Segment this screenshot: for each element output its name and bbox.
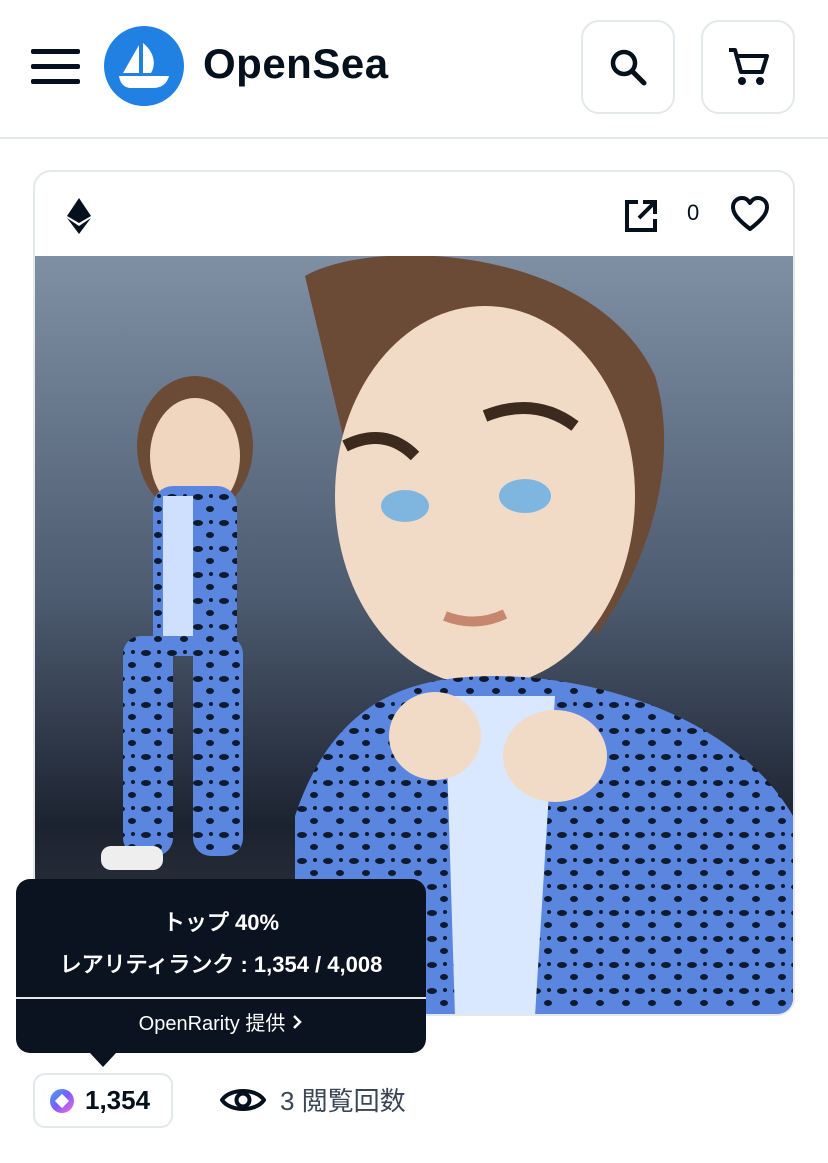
menu-icon[interactable]: [31, 49, 81, 85]
boat-icon: [119, 43, 169, 88]
view-count: 3 閲覧回数: [220, 1081, 406, 1118]
rarity-rank-value: 1,354: [85, 1085, 151, 1115]
favorites-count: 0: [687, 200, 700, 225]
rarity-tooltip: トップ 40% レアリティランク : 1,354 / 4,008 OpenRar…: [16, 879, 426, 1067]
openrarity-icon: [50, 1088, 74, 1113]
openrarity-link-label: OpenRarity 提供: [138, 1013, 286, 1035]
heart-icon[interactable]: [731, 196, 769, 232]
top-header: OpenSea: [0, 0, 828, 139]
cart-icon: [729, 48, 769, 85]
rarity-rank-detail: レアリティランク : 1,354 / 4,008: [59, 952, 383, 977]
external-link-icon[interactable]: [623, 198, 659, 234]
cart-button[interactable]: [701, 20, 795, 114]
search-icon: [610, 49, 647, 86]
brand-name[interactable]: OpenSea: [203, 40, 389, 88]
tooltip-divider: [16, 997, 426, 999]
chevron-right-icon: [293, 1014, 303, 1029]
opensea-logo[interactable]: [104, 26, 184, 106]
openrarity-link[interactable]: OpenRarity 提供: [16, 1007, 426, 1036]
card-toolbar: 0: [35, 172, 793, 256]
search-button[interactable]: [581, 20, 675, 114]
ethereum-icon: [67, 198, 91, 234]
rarity-rank-badge[interactable]: 1,354: [33, 1073, 173, 1128]
rarity-percentile: トップ 40%: [162, 910, 280, 935]
view-count-label: 3 閲覧回数: [280, 1086, 406, 1116]
eye-icon: [220, 1088, 266, 1111]
